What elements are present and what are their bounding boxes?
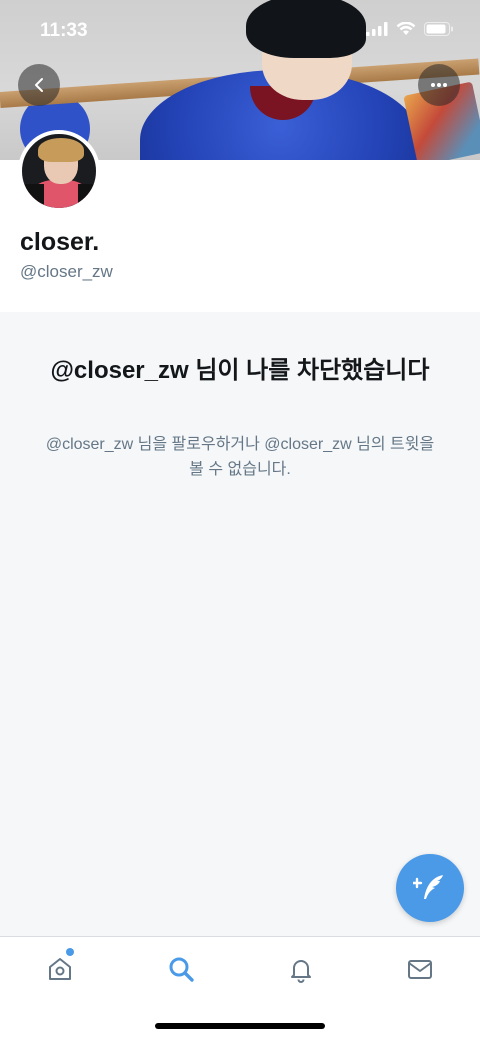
blocked-description: @closer_zw 님을 팔로우하거나 @closer_zw 님의 트윗을 볼… [45,436,435,478]
wifi-icon [396,22,416,35]
status-bar: 11:33 [0,0,480,60]
mail-icon [408,960,432,979]
profile-display-name: closer. [20,228,100,256]
back-button[interactable] [18,64,60,106]
avatar-jacket-left [24,184,44,208]
home-icon [49,958,71,980]
search-icon [169,957,194,982]
more-options-button[interactable] [418,64,460,106]
tab-home[interactable] [40,951,80,987]
more-horizontal-icon [431,83,447,87]
blocked-title: @closer_zw 님이 나를 차단했습니다 [50,357,430,384]
battery-icon [424,22,453,36]
bottom-tab-bar [0,936,480,1039]
blocked-panel: @closer_zw 님이 나를 차단했습니다 @closer_zw 님을 팔로… [0,312,480,936]
avatar-hair [38,138,84,162]
avatar-jacket-right [78,184,96,208]
chevron-left-icon [35,78,43,92]
tab-messages[interactable] [400,951,440,987]
compose-tweet-button[interactable] [396,854,464,922]
signal-icon [366,22,388,36]
status-time: 11:33 [40,20,88,41]
bell-icon [291,960,311,983]
home-indicator [155,1023,325,1029]
profile-handle: @closer_zw [20,262,113,281]
status-icons [366,22,454,36]
tab-search[interactable] [161,951,201,987]
avatar[interactable] [18,130,100,212]
compose-feather-icon [413,875,443,899]
tab-notifications[interactable] [281,951,321,987]
home-notification-dot [66,948,74,956]
